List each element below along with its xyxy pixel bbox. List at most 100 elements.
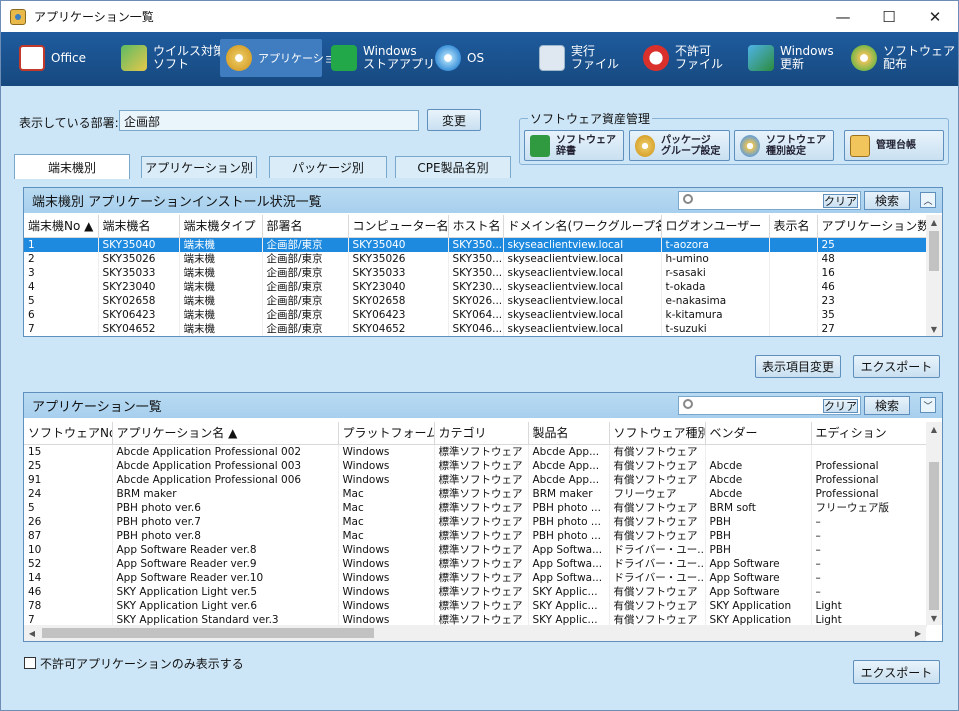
export-button-bottom[interactable]: エクスポート bbox=[853, 660, 940, 684]
column-header[interactable]: アプリケーション名 ▲ bbox=[112, 422, 339, 445]
table-row[interactable]: 5 PBH photo ver.6 Mac 標準ソフトウェア PBH photo ...… bbox=[24, 500, 927, 515]
tab-by-package[interactable]: パッケージ別 bbox=[269, 156, 387, 178]
table-row[interactable]: 6 SKY06423 端末機 企画部/東京 SKY06423 SKY064... skyse… bbox=[24, 307, 927, 322]
table-row[interactable]: 3 SKY35033 端末機 企画部/東京 SKY35033 SKY350... skyse… bbox=[24, 265, 927, 280]
table-cell: 91 bbox=[24, 472, 113, 487]
table-row[interactable]: 5 SKY02658 端末機 企画部/東京 SKY02658 SKY026... skyse… bbox=[24, 293, 927, 308]
table-cell: App Software bbox=[705, 584, 812, 599]
table-cell: SKY35040 bbox=[348, 237, 449, 252]
panel1-search-button[interactable]: 検索 bbox=[864, 191, 910, 210]
table-row[interactable]: 1 SKY35040 端末機 企画部/東京 SKY35040 SKY350... skyse… bbox=[24, 237, 927, 252]
column-header[interactable]: ベンダー bbox=[705, 422, 812, 445]
table-row[interactable]: 15 Abcde Application Professional 002 Wind… bbox=[24, 444, 927, 459]
table-row[interactable]: 78 SKY Application Light ver.6 Windows 標準ソフ… bbox=[24, 598, 927, 613]
table-row[interactable]: 24 BRM maker Mac 標準ソフトウェア BRM maker フリーウェア Abc… bbox=[24, 486, 927, 501]
table-row[interactable]: 91 Abcde Application Professional 006 Wind… bbox=[24, 472, 927, 487]
management-ledger-button[interactable]: 管理台帳 bbox=[844, 130, 944, 161]
scroll-right-icon[interactable]: ▶ bbox=[910, 626, 926, 640]
toolbar-os[interactable]: OS bbox=[429, 39, 499, 77]
table-cell: 企画部/東京 bbox=[262, 307, 349, 322]
panel2-search-button[interactable]: 検索 bbox=[864, 396, 910, 415]
column-header[interactable]: 端末機No ▲ bbox=[24, 215, 99, 238]
scroll-up-icon[interactable]: ▲ bbox=[926, 422, 942, 436]
software-dictionary-button[interactable]: ソフトウェア 辞書 bbox=[524, 130, 624, 161]
column-header[interactable]: 部署名 bbox=[262, 215, 349, 238]
table-row[interactable]: 14 App Software Reader ver.10 Windows 標準ソフト… bbox=[24, 570, 927, 585]
panel1-vertical-scrollbar[interactable]: ▲ ▼ bbox=[926, 215, 942, 336]
column-header[interactable]: 製品名 bbox=[528, 422, 610, 445]
toolbar-software-distribution[interactable]: ソフトウェア 配布 bbox=[845, 39, 955, 77]
table-row[interactable]: 25 Abcde Application Professional 003 Wind… bbox=[24, 458, 927, 473]
collapse-icon[interactable]: ︿ bbox=[920, 192, 936, 208]
panel2-horizontal-scrollbar[interactable]: ◀ ▶ bbox=[24, 625, 926, 641]
toolbar-office[interactable]: Office bbox=[13, 39, 113, 77]
table-cell: SKY35026 bbox=[98, 251, 180, 266]
panel2-clear-button[interactable]: クリア bbox=[823, 399, 858, 413]
panel2-search-input[interactable]: クリア bbox=[678, 396, 861, 415]
column-header[interactable]: カテゴリ bbox=[434, 422, 529, 445]
panel1-clear-button[interactable]: クリア bbox=[823, 194, 858, 208]
toolbar-antivirus[interactable]: ウイルス対策 ソフト bbox=[115, 39, 225, 77]
change-columns-button[interactable]: 表示項目変更 bbox=[755, 355, 841, 378]
toolbar-windows-store[interactable]: Windows ストアアプリ bbox=[325, 39, 435, 77]
column-header[interactable]: エディション bbox=[811, 422, 927, 445]
table-row[interactable]: 10 App Software Reader ver.8 Windows 標準ソフトウ… bbox=[24, 542, 927, 557]
toolbar-executable[interactable]: 実行 ファイル bbox=[533, 39, 623, 77]
maximize-button[interactable]: ☐ bbox=[866, 1, 912, 32]
table-cell: – bbox=[811, 528, 927, 543]
table-row[interactable]: 87 PBH photo ver.8 Mac 標準ソフトウェア PBH photo ..… bbox=[24, 528, 927, 543]
toolbar-windows-update[interactable]: Windows 更新 bbox=[742, 39, 837, 77]
table-cell: 25 bbox=[24, 458, 113, 473]
forbidden-only-checkbox[interactable] bbox=[24, 657, 36, 669]
expand-icon[interactable]: ﹀ bbox=[920, 397, 936, 413]
software-type-settings-button[interactable]: ソフトウェア 種別設定 bbox=[734, 130, 834, 161]
scroll-down-icon[interactable]: ▼ bbox=[926, 322, 942, 336]
table-row[interactable]: 7 SKY04652 端末機 企画部/東京 SKY04652 SKY046... skyse… bbox=[24, 321, 927, 336]
tab-by-application[interactable]: アプリケーション別 bbox=[141, 156, 257, 178]
dept-field[interactable]: 企画部 bbox=[119, 110, 419, 131]
table-cell: SKY350... bbox=[448, 251, 504, 266]
table-cell: Abcde bbox=[705, 458, 812, 473]
horizontal-scroll-thumb[interactable] bbox=[42, 628, 374, 638]
column-header[interactable]: 端末機タイプ bbox=[179, 215, 263, 238]
table-row[interactable]: 46 SKY Application Light ver.5 Windows 標準ソフ… bbox=[24, 584, 927, 599]
table-cell: SKY046... bbox=[448, 321, 504, 336]
package-group-settings-button[interactable]: パッケージ グループ設定 bbox=[629, 130, 730, 161]
title-bar: アプリケーション一覧 — ☐ ✕ bbox=[1, 1, 958, 32]
column-header[interactable]: 表示名 bbox=[769, 215, 818, 238]
minimize-button[interactable]: — bbox=[820, 1, 866, 32]
scroll-up-icon[interactable]: ▲ bbox=[926, 215, 942, 229]
column-header[interactable]: ドメイン名(ワークグループ名) bbox=[503, 215, 662, 238]
column-header[interactable]: 端末機名 bbox=[98, 215, 180, 238]
column-header[interactable]: アプリケーション数 bbox=[817, 215, 927, 238]
table-cell: SKY02658 bbox=[98, 293, 180, 308]
export-button-top[interactable]: エクスポート bbox=[853, 355, 940, 378]
table-cell: SKY Application Light ver.6 bbox=[112, 598, 339, 613]
column-header[interactable]: ログオンユーザー bbox=[661, 215, 770, 238]
table-row[interactable]: 52 App Software Reader ver.9 Windows 標準ソフトウ… bbox=[24, 556, 927, 571]
table-row[interactable]: 4 SKY23040 端末機 企画部/東京 SKY23040 SKY230... skyse… bbox=[24, 279, 927, 294]
tab-by-terminal[interactable]: 端末機別 bbox=[14, 154, 130, 179]
column-header[interactable]: ホスト名 bbox=[448, 215, 504, 238]
panel2-vertical-scrollbar[interactable]: ▲ ▼ bbox=[926, 422, 942, 625]
column-header[interactable]: コンピューター名 bbox=[348, 215, 449, 238]
toolbar-application[interactable]: アプリケーション bbox=[220, 39, 346, 77]
scroll-down-icon[interactable]: ▼ bbox=[926, 611, 942, 625]
toolbar-forbidden[interactable]: 不許可 ファイル bbox=[637, 39, 727, 77]
table-cell: 78 bbox=[24, 598, 113, 613]
scroll-thumb[interactable] bbox=[929, 462, 939, 610]
panel1-search-input[interactable]: クリア bbox=[678, 191, 861, 210]
scroll-left-icon[interactable]: ◀ bbox=[24, 626, 40, 640]
table-cell: – bbox=[811, 514, 927, 529]
terminal-table: 端末機No ▲ 端末機名 端末機タイプ 部署名 コンピューター名 ホスト名 ドメイン名(ワー… bbox=[24, 215, 927, 336]
column-header[interactable]: ソフトウェア種別 bbox=[609, 422, 706, 445]
application-table: ソフトウェアNo. アプリケーション名 ▲ プラットフォーム カテゴリ 製品名 ソフトウェ… bbox=[24, 422, 927, 627]
table-row[interactable]: 26 PBH photo ver.7 Mac 標準ソフトウェア PBH photo ..… bbox=[24, 514, 927, 529]
close-button[interactable]: ✕ bbox=[912, 1, 958, 32]
change-dept-button[interactable]: 変更 bbox=[427, 109, 481, 131]
table-row[interactable]: 2 SKY35026 端末機 企画部/東京 SKY35026 SKY350... skyse… bbox=[24, 251, 927, 266]
column-header[interactable]: ソフトウェアNo. bbox=[24, 422, 113, 445]
tab-by-cpe[interactable]: CPE製品名別 bbox=[395, 156, 511, 178]
column-header[interactable]: プラットフォーム bbox=[338, 422, 435, 445]
scroll-thumb[interactable] bbox=[929, 231, 939, 271]
